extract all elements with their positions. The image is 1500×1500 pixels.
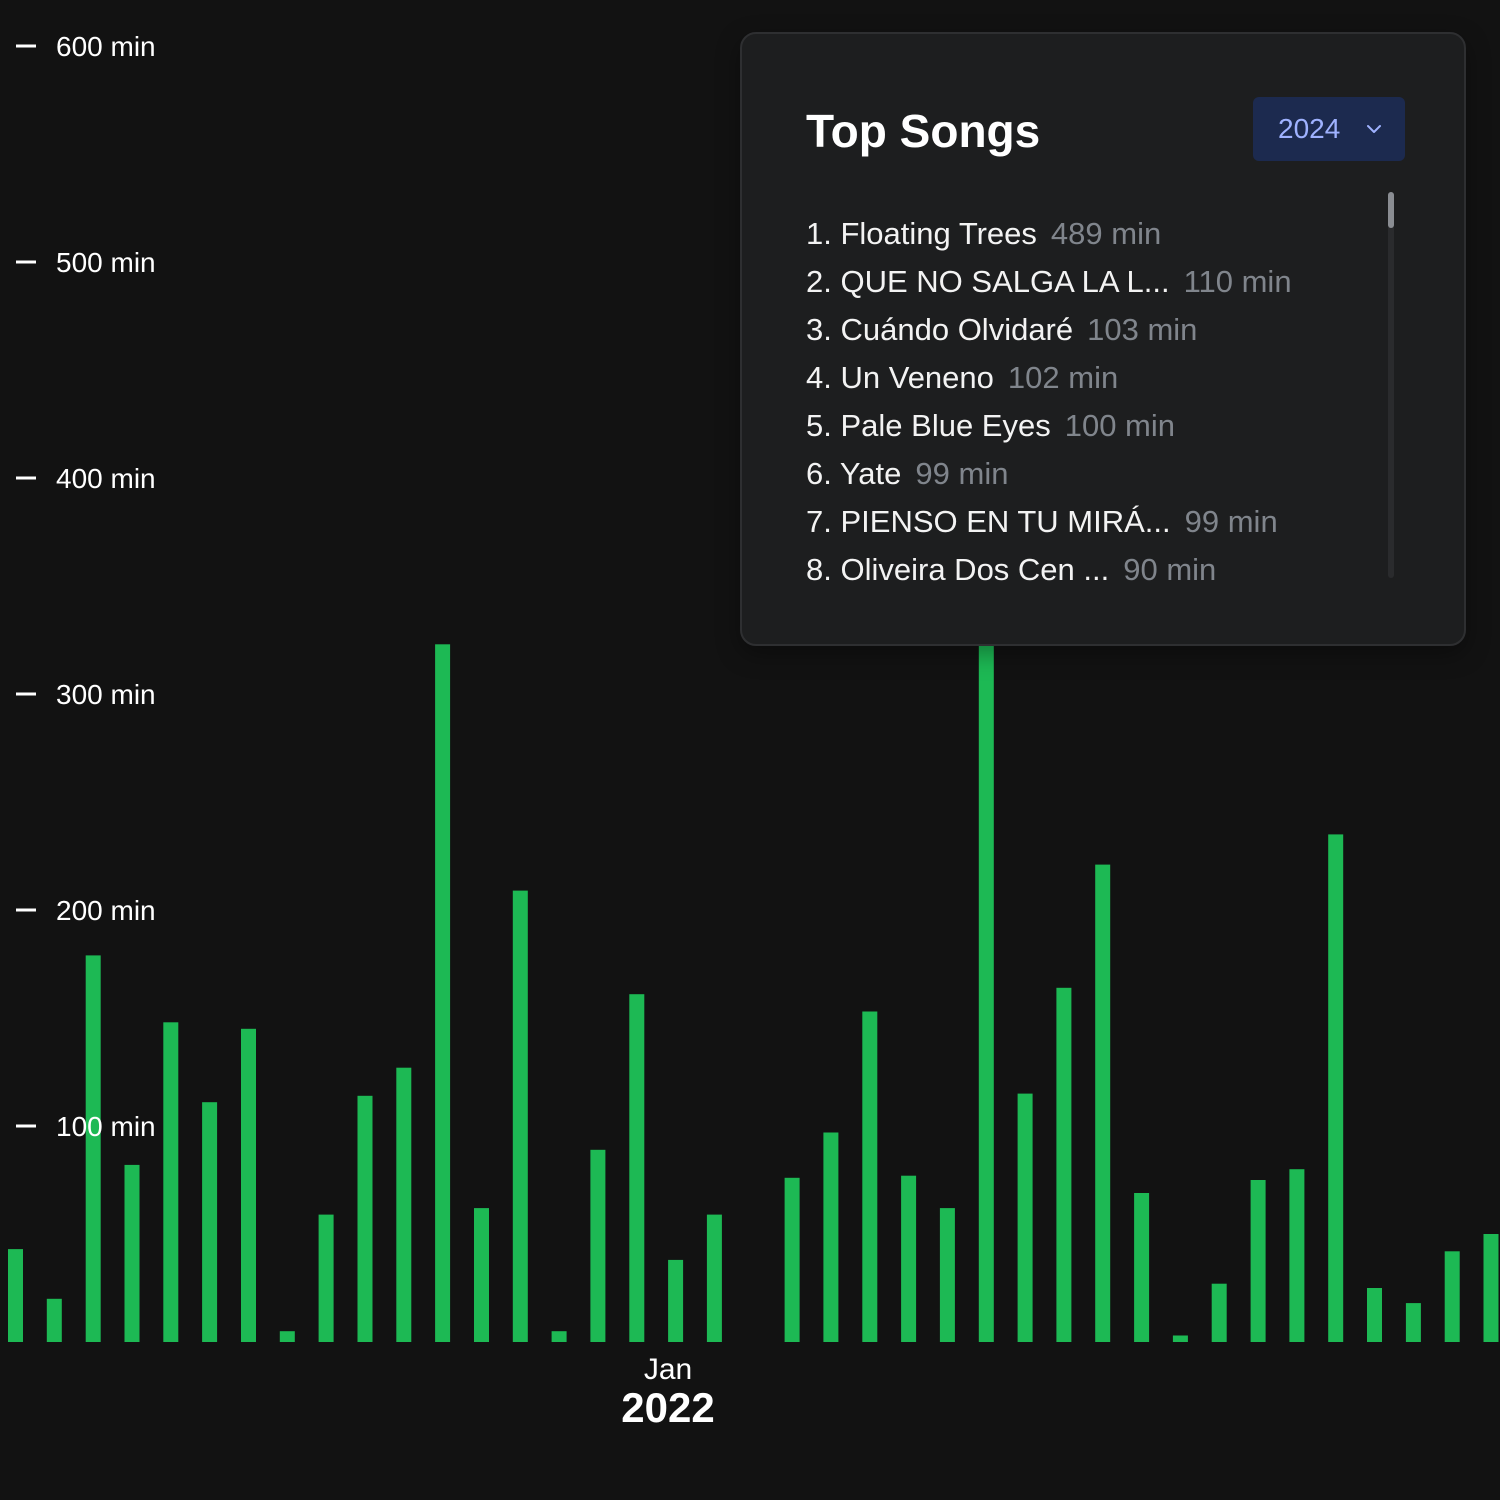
bars-group	[8, 644, 1499, 1342]
song-title: PIENSO EN TU MIRÁ...	[840, 504, 1171, 539]
song-minutes: 99 min	[915, 456, 1009, 491]
bar[interactable]	[939, 1208, 955, 1342]
bar[interactable]	[1134, 1193, 1150, 1342]
bar[interactable]	[629, 994, 645, 1342]
year-dropdown[interactable]: 2024	[1253, 97, 1405, 161]
x-axis-year-label: 2022	[621, 1384, 715, 1431]
bar[interactable]	[163, 1022, 179, 1342]
bar[interactable]	[357, 1095, 373, 1342]
song-list: 1. Floating Trees 489 min 2. QUE NO SALGA…	[806, 210, 1386, 594]
song-rank: 6.	[806, 456, 832, 491]
song-list-scrollbar[interactable]	[1388, 192, 1394, 578]
song-title: Un Veneno	[840, 360, 994, 395]
y-tick-label: 200 min	[56, 895, 156, 926]
song-rank: 5.	[806, 408, 832, 443]
y-tick-label: 500 min	[56, 247, 156, 278]
bar[interactable]	[8, 1249, 23, 1342]
bar[interactable]	[1250, 1180, 1266, 1342]
song-minutes: 100 min	[1064, 408, 1176, 443]
song-minutes: 489 min	[1050, 216, 1162, 251]
bar[interactable]	[901, 1175, 917, 1342]
bar[interactable]	[1367, 1288, 1382, 1342]
scrollbar-thumb[interactable]	[1388, 192, 1394, 228]
top-songs-panel: Top Songs 2024 1. Floating Trees 489 min …	[740, 32, 1466, 646]
song-item[interactable]: 8. Oliveira Dos Cen ... 90 min	[806, 546, 1386, 594]
bar[interactable]	[668, 1259, 684, 1342]
year-dropdown-value: 2024	[1278, 113, 1341, 144]
bar[interactable]	[318, 1214, 334, 1342]
song-minutes: 99 min	[1184, 504, 1278, 539]
song-title: QUE NO SALGA LA L...	[840, 264, 1170, 299]
bar[interactable]	[862, 1011, 878, 1343]
y-tick-label: 400 min	[56, 463, 156, 494]
song-item[interactable]: 4. Un Veneno 102 min	[806, 354, 1386, 402]
song-rank: 8.	[806, 552, 832, 587]
bar[interactable]	[1017, 1093, 1033, 1342]
bar[interactable]	[1483, 1234, 1499, 1342]
song-minutes: 90 min	[1123, 552, 1217, 587]
bar[interactable]	[1056, 987, 1072, 1342]
bar[interactable]	[1172, 1335, 1188, 1343]
song-item[interactable]: 2. QUE NO SALGA LA L... 110 min	[806, 258, 1386, 306]
song-item[interactable]: 5. Pale Blue Eyes 100 min	[806, 402, 1386, 450]
song-item[interactable]: 7. PIENSO EN TU MIRÁ... 99 min	[806, 498, 1386, 546]
bar[interactable]	[551, 1331, 567, 1342]
bar[interactable]	[1328, 834, 1344, 1342]
bar[interactable]	[590, 1149, 606, 1342]
song-title: Pale Blue Eyes	[840, 408, 1051, 443]
bar[interactable]	[1444, 1251, 1460, 1342]
y-tick-label: 600 min	[56, 31, 156, 62]
x-axis-month-label: Jan	[643, 1353, 693, 1386]
bar[interactable]	[435, 644, 451, 1342]
bar[interactable]	[1289, 1169, 1305, 1342]
song-title: Oliveira Dos Cen ...	[840, 552, 1110, 587]
bar[interactable]	[85, 955, 101, 1342]
song-minutes: 103 min	[1087, 312, 1198, 347]
chevron-down-icon	[1365, 97, 1383, 161]
song-rank: 2.	[806, 264, 832, 299]
song-title: Floating Trees	[840, 216, 1037, 251]
bar[interactable]	[474, 1208, 489, 1342]
bar[interactable]	[241, 1028, 256, 1342]
bar[interactable]	[1211, 1283, 1227, 1342]
song-rank: 1.	[806, 216, 832, 251]
y-tick-label: 100 min	[56, 1111, 156, 1142]
song-minutes: 110 min	[1183, 264, 1292, 299]
song-minutes: 102 min	[1007, 360, 1119, 395]
bar[interactable]	[124, 1164, 140, 1342]
song-rank: 4.	[806, 360, 832, 395]
song-rank: 3.	[806, 312, 832, 347]
y-tick-label: 300 min	[56, 679, 156, 710]
song-item[interactable]: 3. Cuándo Olvidaré 103 min	[806, 306, 1386, 354]
bar[interactable]	[1405, 1303, 1421, 1342]
bar[interactable]	[784, 1177, 800, 1342]
bar[interactable]	[46, 1298, 62, 1342]
song-item[interactable]: 6. Yate 99 min	[806, 450, 1386, 498]
bar[interactable]	[823, 1132, 839, 1343]
bar[interactable]	[706, 1214, 722, 1342]
bar[interactable]	[1095, 864, 1111, 1342]
bar[interactable]	[512, 890, 528, 1342]
panel-title: Top Songs	[806, 105, 1041, 157]
bar[interactable]	[202, 1102, 218, 1342]
song-item[interactable]: 1. Floating Trees 489 min	[806, 210, 1386, 258]
bar[interactable]	[396, 1067, 412, 1342]
song-title: Yate	[839, 456, 902, 491]
bar[interactable]	[279, 1331, 295, 1342]
bar[interactable]	[978, 644, 994, 1342]
song-rank: 7.	[806, 504, 832, 539]
song-title: Cuándo Olvidaré	[840, 312, 1074, 347]
